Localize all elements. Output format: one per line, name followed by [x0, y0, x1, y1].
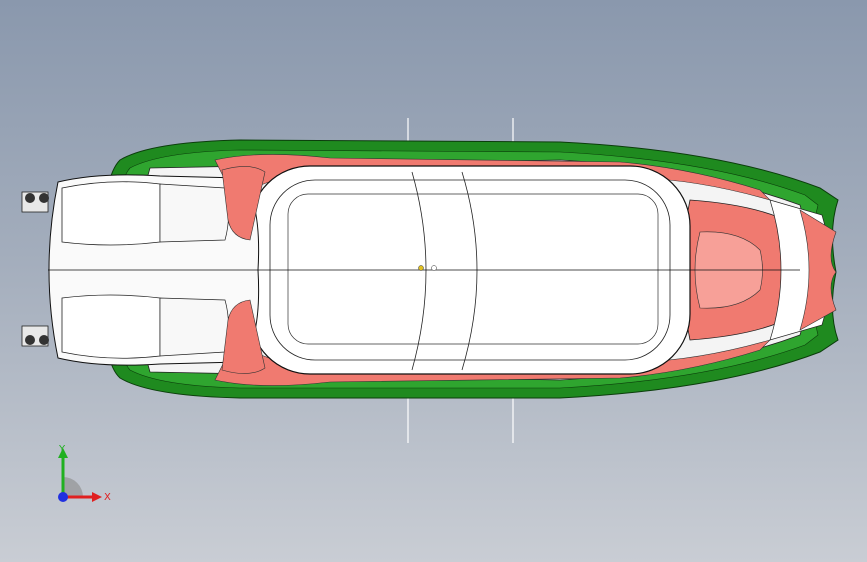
- graphics-viewport[interactable]: Y X: [0, 0, 867, 562]
- model-view[interactable]: [0, 0, 867, 562]
- x-axis-label: X: [104, 492, 111, 503]
- y-axis-label: Y: [58, 444, 66, 455]
- stern-cushion-upper: [61, 181, 161, 246]
- stern-cushion-lower: [61, 294, 161, 359]
- reference-point[interactable]: [431, 265, 437, 271]
- reference-triad: Y X: [58, 444, 111, 503]
- stern-seat-lower: [159, 297, 229, 357]
- z-axis-dot: [58, 492, 68, 502]
- outboard-engine-lower[interactable]: [21, 325, 49, 347]
- x-axis-arrowhead: [92, 492, 102, 502]
- stern-seat-upper: [159, 183, 229, 243]
- outboard-engine-upper[interactable]: [21, 191, 49, 213]
- origin-point[interactable]: [418, 265, 424, 271]
